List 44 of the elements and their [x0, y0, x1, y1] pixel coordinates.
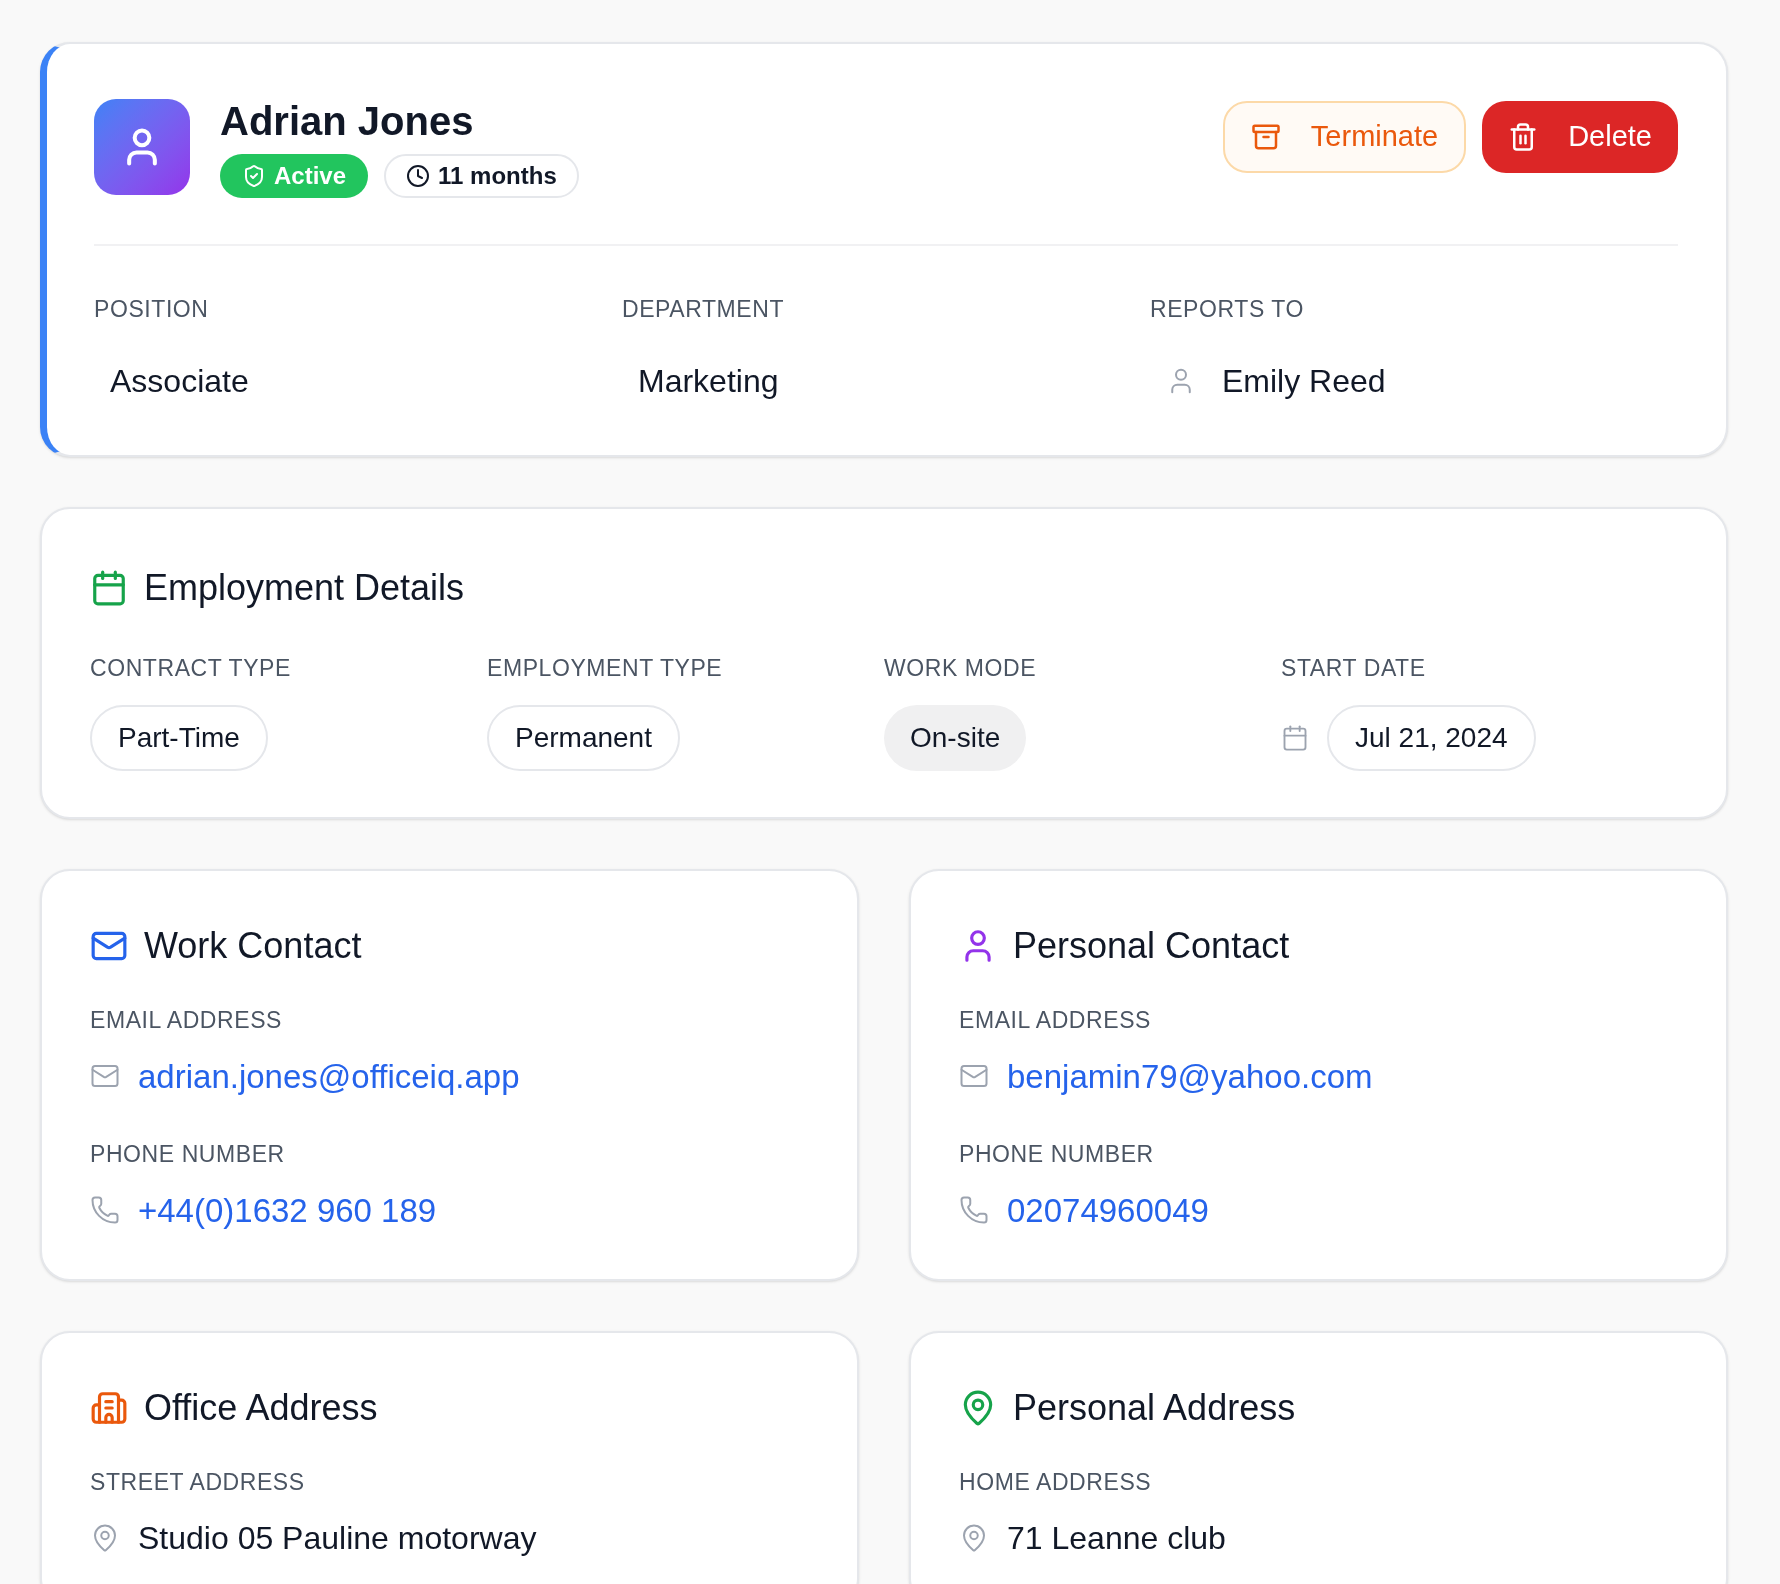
employee-name: Adrian Jones [220, 98, 475, 145]
card-title: Work Contact [144, 924, 362, 968]
field-label: EMAIL ADDRESS [959, 1006, 1152, 1035]
email-link[interactable]: adrian.jones@officeiq.app [138, 1051, 520, 1101]
calendar-icon [90, 568, 128, 607]
field-value: Associate [110, 361, 249, 401]
terminate-button[interactable]: Terminate [1222, 101, 1467, 173]
value-pill: Permanent [487, 705, 680, 771]
field-label: REPORTS TO [1150, 295, 1305, 324]
field-value: Emily Reed [1222, 361, 1386, 401]
card-title: Employment Details [144, 565, 465, 610]
field-label: PHONE NUMBER [90, 1140, 286, 1169]
phone-link[interactable]: 02074960049 [1007, 1185, 1209, 1235]
value-pill: Part-Time [90, 705, 268, 771]
card-title: Office Address [144, 1386, 378, 1430]
phone-icon [90, 1195, 120, 1226]
address-text: 71 Leanne club [1007, 1518, 1226, 1558]
field-label: POSITION [94, 295, 210, 324]
phone-icon [959, 1195, 989, 1226]
calendar-icon [1281, 724, 1309, 752]
field-label: HOME ADDRESS [959, 1468, 1153, 1497]
card-title: Personal Address [1013, 1386, 1296, 1430]
field-label: EMPLOYMENT TYPE [487, 653, 723, 683]
field-label: EMAIL ADDRESS [90, 1006, 283, 1035]
field-label: START DATE [1281, 653, 1426, 683]
clock-icon [406, 164, 431, 188]
address-text: Studio 05 Pauline motorway [138, 1518, 537, 1558]
phone-link[interactable]: +44(0)1632 960 189 [138, 1185, 437, 1235]
building-icon [90, 1389, 128, 1427]
field-value: Marketing [638, 361, 779, 401]
status-badge: Active [220, 154, 369, 198]
email-link[interactable]: benjamin79@yahoo.com [1007, 1051, 1373, 1101]
field-label: WORK MODE [884, 653, 1037, 683]
field-label: STREET ADDRESS [90, 1468, 306, 1497]
card-title: Personal Contact [1013, 924, 1290, 968]
delete-button[interactable]: Delete [1482, 101, 1678, 173]
field-label: PHONE NUMBER [959, 1140, 1155, 1169]
field-label: CONTRACT TYPE [90, 653, 291, 683]
field-label: DEPARTMENT [622, 295, 786, 324]
shield-icon [242, 164, 266, 188]
tenure-badge: 11 months [384, 154, 579, 198]
archive-icon [1250, 122, 1281, 152]
value-pill: On-site [884, 705, 1027, 771]
date-pill: Jul 21, 2024 [1327, 705, 1536, 771]
